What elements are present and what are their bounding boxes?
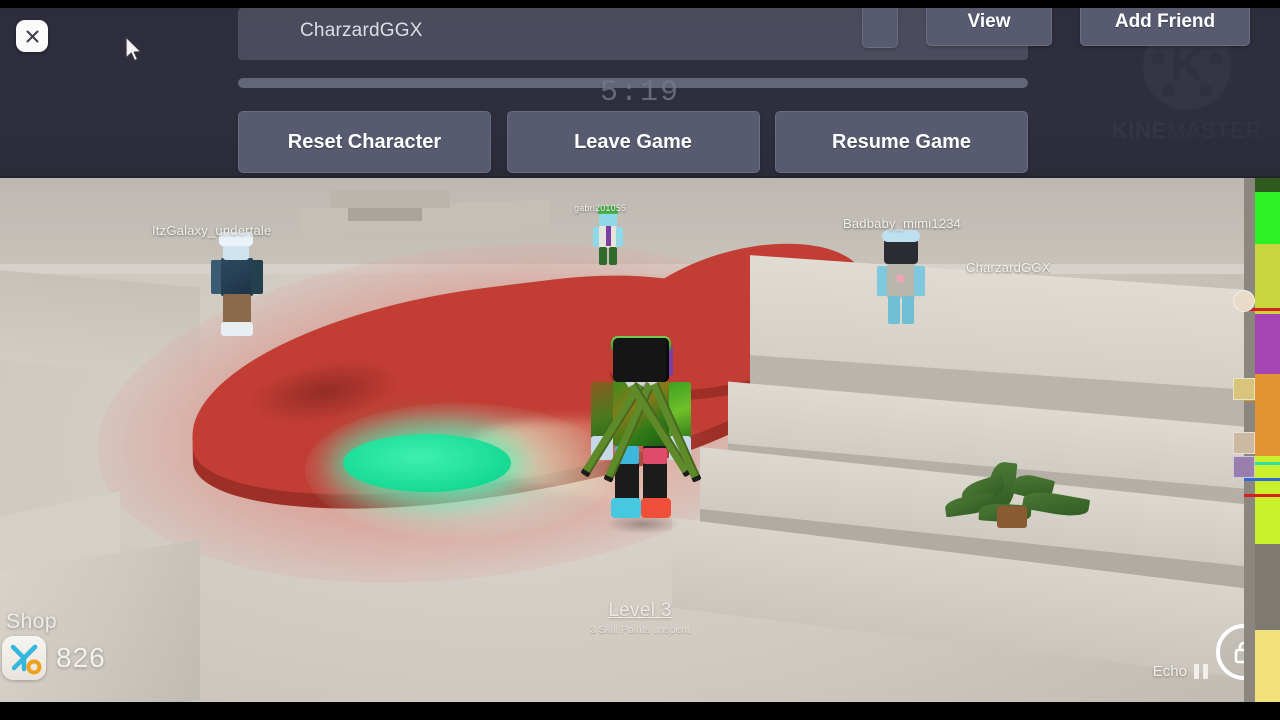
timeline-segment[interactable] — [1255, 544, 1280, 630]
green-portal[interactable] — [343, 434, 511, 492]
leave-game-button[interactable]: Leave Game — [506, 111, 760, 173]
timeline-thumbnail[interactable] — [1233, 432, 1255, 454]
level-label: Level 3 — [608, 600, 672, 621]
letterbox-top — [0, 0, 1280, 8]
timeline-track[interactable] — [1255, 178, 1280, 702]
timeline-segment[interactable] — [1255, 374, 1280, 456]
player-nametag: CharzardGGX — [966, 260, 1051, 275]
timeline-thumbnail[interactable] — [1233, 456, 1255, 478]
shop-label[interactable]: Shop — [6, 610, 106, 634]
player-nametag: gabri201055 — [574, 203, 627, 213]
pause-icon[interactable] — [1194, 664, 1208, 679]
roblox-pause-menu: CharzardGGX View Add Friend 5:19 Reset C… — [0, 0, 1280, 178]
game-viewport[interactable]: ItzGalaxy_undertale gabri201055 Badbaby_mi… — [0, 178, 1280, 702]
currency-amount: 826 — [56, 642, 106, 673]
screenshot-root: ItzGalaxy_undertale gabri201055 Badbaby_mi… — [0, 0, 1280, 720]
avatar-badbaby — [872, 230, 932, 335]
player-avatar — [575, 328, 705, 534]
close-icon — [26, 30, 38, 42]
player-nametag: ItzGalaxy_undertale — [152, 223, 272, 238]
timeline-marker — [1244, 478, 1280, 481]
plant-decoration — [943, 460, 1115, 538]
letterbox-bottom — [0, 702, 1280, 720]
background-recess — [348, 208, 422, 221]
timeline-thumbnail[interactable] — [1233, 290, 1255, 312]
timeline-segment[interactable] — [1255, 314, 1280, 374]
plant-pot — [997, 506, 1027, 528]
background-step-2 — [330, 190, 450, 208]
reset-character-button[interactable]: Reset Character — [238, 111, 491, 173]
avatar-gabri — [588, 206, 628, 268]
player-options-button[interactable] — [862, 6, 898, 48]
timeline-segment[interactable] — [1255, 456, 1280, 544]
timeline-segment[interactable] — [1255, 192, 1280, 244]
echo-hud[interactable]: Echo — [1153, 663, 1208, 680]
echo-label: Echo — [1152, 663, 1187, 680]
volume-slider[interactable] — [238, 78, 1028, 88]
player-nametag: Badbaby_mimi1234 — [843, 216, 962, 231]
close-button[interactable] — [16, 20, 48, 52]
currency-icon[interactable] — [2, 636, 46, 680]
timeline-segment[interactable] — [1255, 178, 1280, 192]
timeline-segment[interactable] — [1255, 244, 1280, 314]
mouse-cursor-icon — [124, 36, 144, 69]
skill-points-label: 3 Skill Points unspent — [589, 625, 690, 636]
avatar-itzgalaxy — [205, 232, 275, 358]
resume-game-button[interactable]: Resume Game — [775, 111, 1028, 173]
shop-hud[interactable]: Shop 826 — [2, 610, 106, 680]
kinemaster-timeline[interactable] — [1233, 178, 1280, 702]
level-hud: Level 3 3 Skill Points unspent — [0, 600, 1280, 636]
timeline-thumbnail[interactable] — [1233, 378, 1255, 400]
timeline-segment[interactable] — [1255, 630, 1280, 702]
timeline-marker — [1244, 494, 1280, 497]
player-row-name: CharzardGGX — [300, 20, 423, 41]
player-list-row[interactable]: CharzardGGX View Add Friend — [238, 0, 1250, 60]
pause-menu-actions: Reset Character Leave Game Resume Game — [238, 111, 1028, 173]
